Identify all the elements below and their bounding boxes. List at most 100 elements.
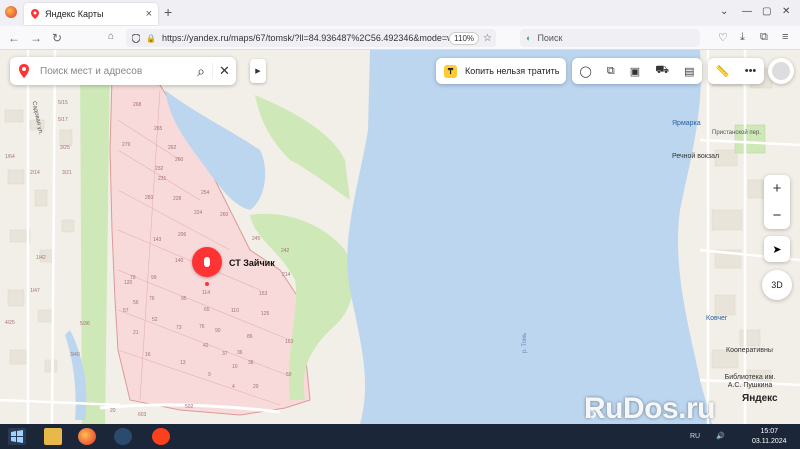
lock-icon[interactable]: 🔒 xyxy=(146,34,156,43)
house-number: 231 xyxy=(158,176,167,182)
promo-button[interactable]: ₸ Копить нельзя тратить xyxy=(436,58,566,84)
firefox-taskbar-icon[interactable] xyxy=(78,428,96,445)
zoom-control: + − xyxy=(764,175,790,229)
forward-icon[interactable]: → xyxy=(30,31,42,45)
poi-label-library[interactable]: Библиотека им. А.С. Пушкина xyxy=(720,374,780,390)
place-name-label[interactable]: СТ Зайчик xyxy=(229,258,275,268)
house-number: 2/14 xyxy=(30,170,40,176)
steam-icon[interactable] xyxy=(114,428,132,445)
url-text[interactable]: https://yandex.ru/maps/67/tomsk/?ll=84.9… xyxy=(162,33,449,43)
tab-list-icon[interactable]: ⌄ xyxy=(720,6,728,17)
house-number: 95 xyxy=(181,296,187,302)
map-graphics xyxy=(0,50,800,424)
house-number: 16 xyxy=(145,352,151,358)
poi-label-yarmarka[interactable]: Ярмарка xyxy=(672,120,701,127)
house-number: 5/15 xyxy=(58,100,68,106)
panorama-icon[interactable]: ⧉ xyxy=(607,65,615,78)
house-number: 296 xyxy=(178,232,187,238)
river-label: р. Томь xyxy=(522,332,529,354)
house-number: 603 xyxy=(138,412,147,418)
file-explorer-icon[interactable] xyxy=(44,428,62,445)
maximize-icon[interactable]: ▢ xyxy=(762,6,771,17)
downloads-icon[interactable]: ⤓ xyxy=(740,31,745,44)
geolocation-button[interactable]: ➤ xyxy=(764,236,790,262)
house-number: 125 xyxy=(261,311,270,317)
place-marker-icon[interactable] xyxy=(192,247,222,277)
house-number: 10 xyxy=(232,364,238,370)
search-icon[interactable]: ⌕ xyxy=(190,63,212,80)
house-number: 20 xyxy=(110,408,116,414)
clock-date: 03.11.2024 xyxy=(752,438,787,445)
street-label-pristanskoy: Пристанской пер. xyxy=(712,130,761,136)
screen: Яндекс Карты × + ⌄ — ▢ ✕ ← → ↻ ⌂ 🔒 https… xyxy=(0,0,800,449)
new-tab-icon[interactable]: + xyxy=(164,4,172,20)
speaker-icon[interactable]: 🔊 xyxy=(716,432,725,440)
poi-label-rechnoy-vokzal[interactable]: Речной вокзал xyxy=(672,153,719,160)
tab-close-icon[interactable]: × xyxy=(146,8,152,20)
watermark: RuDos.ru xyxy=(584,392,716,425)
yandex-maps-icon xyxy=(31,9,39,19)
more-icon[interactable]: ••• xyxy=(745,65,757,77)
map-canvas[interactable]: Садовая ул. Ярмарка Пристанской пер. Реч… xyxy=(0,50,800,424)
navigation-arrow-icon: ➤ xyxy=(772,243,782,256)
start-button[interactable] xyxy=(8,428,26,445)
yandex-browser-icon[interactable] xyxy=(152,428,170,445)
reload-icon[interactable]: ↻ xyxy=(52,31,62,45)
house-number: 1/64 xyxy=(5,154,15,160)
layers-toolbar: ◯ ⧉ ▣ ⛟ ▤ xyxy=(572,58,702,84)
layers-icon[interactable]: ◯ xyxy=(580,65,592,78)
clock[interactable]: 15:07 03.11.2024 xyxy=(752,427,787,447)
house-number: 1/47 xyxy=(30,288,40,294)
firefox-icon[interactable] xyxy=(5,6,17,18)
house-number: 76 xyxy=(199,324,205,330)
ruler-icon[interactable]: 📏 xyxy=(716,65,730,78)
home-icon[interactable]: ⌂ xyxy=(108,31,114,42)
avatar[interactable] xyxy=(768,58,794,84)
photos-icon[interactable]: ▣ xyxy=(630,65,640,78)
language-indicator[interactable]: RU xyxy=(690,433,700,440)
extensions-icon[interactable]: ⧉ xyxy=(760,31,768,44)
back-icon[interactable]: ← xyxy=(8,31,20,45)
house-number: 3/21 xyxy=(62,170,72,176)
browser-search-bar[interactable]: ◐ Поиск xyxy=(520,29,700,47)
map-search-input[interactable]: Поиск мест и адресов xyxy=(40,66,190,77)
poi-label-kooperativny: Кооперативны xyxy=(726,347,773,354)
minimize-icon[interactable]: — xyxy=(742,6,752,17)
search-engine-icon[interactable]: ◐ xyxy=(526,33,531,43)
zoom-in-button[interactable]: + xyxy=(764,175,790,202)
poi-label-kovcheg[interactable]: Ковчег xyxy=(706,315,727,322)
clock-time: 15:07 xyxy=(760,428,779,435)
place-marker-dot xyxy=(205,282,209,286)
collapse-panel-button[interactable]: ▶ xyxy=(250,59,266,83)
3d-button[interactable]: 3D xyxy=(762,270,792,300)
url-bar[interactable]: 🔒 https://yandex.ru/maps/67/tomsk/?ll=84… xyxy=(126,29,496,47)
menu-icon[interactable]: ≡ xyxy=(782,31,788,43)
house-number: 260 xyxy=(220,212,229,218)
bookmark-star-icon[interactable]: ☆ xyxy=(483,33,492,44)
house-number: 73 xyxy=(176,325,182,331)
house-number: 224 xyxy=(194,210,203,216)
tab-title: Яндекс Карты xyxy=(45,9,104,19)
chevron-right-icon: ▶ xyxy=(255,68,261,75)
yandex-logo: Яндекс xyxy=(742,393,778,404)
browser-tab[interactable]: Яндекс Карты × xyxy=(24,3,158,25)
house-number: 245 xyxy=(252,236,261,242)
house-number: 76 xyxy=(149,296,155,302)
house-number: 4/25 xyxy=(5,320,15,326)
pocket-icon[interactable]: ♡ xyxy=(718,31,728,44)
map-type-icon[interactable]: ▤ xyxy=(684,65,694,78)
house-number: 242 xyxy=(281,248,290,254)
transport-icon[interactable]: ⛟ xyxy=(655,64,669,78)
map-search-box[interactable]: Поиск мест и адресов ⌕ ✕ xyxy=(10,57,236,85)
clear-search-icon[interactable]: ✕ xyxy=(212,63,236,79)
house-number: 268 xyxy=(133,102,142,108)
zoom-indicator[interactable]: 110% xyxy=(449,31,480,45)
close-window-icon[interactable]: ✕ xyxy=(782,6,790,17)
shield-icon[interactable] xyxy=(132,33,140,43)
promo-icon: ₸ xyxy=(444,64,457,78)
house-number: 279 xyxy=(122,142,131,148)
browser-search-placeholder: Поиск xyxy=(537,33,563,43)
zoom-out-button[interactable]: − xyxy=(764,202,790,229)
house-number: 260 xyxy=(175,157,184,163)
house-number: 36 xyxy=(237,350,243,356)
